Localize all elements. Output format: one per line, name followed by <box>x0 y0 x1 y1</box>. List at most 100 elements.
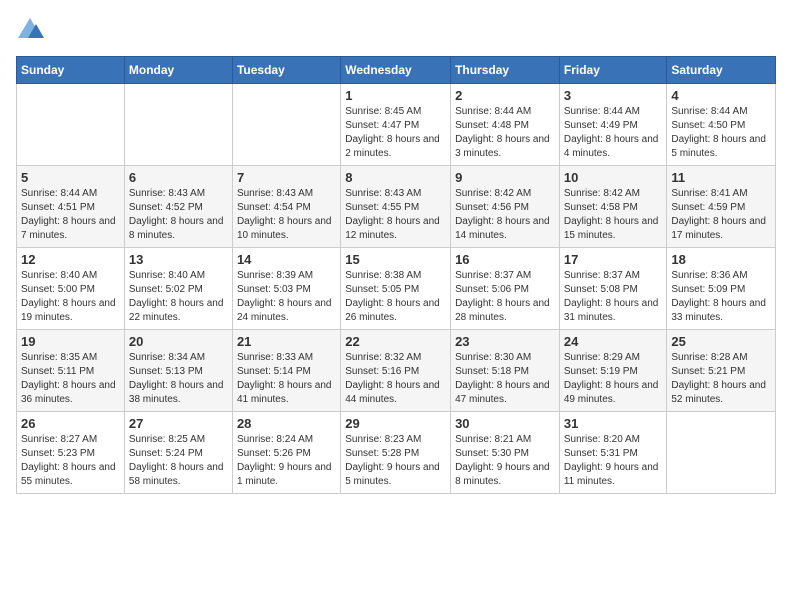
calendar-weekday-header: Friday <box>559 57 667 84</box>
day-info: Sunrise: 8:28 AM Sunset: 5:21 PM Dayligh… <box>671 351 771 407</box>
calendar-cell: 4 Sunrise: 8:44 AM Sunset: 4:50 PM Daylig… <box>667 84 776 166</box>
day-info: Sunrise: 8:40 AM Sunset: 5:02 PM Dayligh… <box>129 269 228 325</box>
day-number: 26 <box>21 416 120 431</box>
day-info: Sunrise: 8:27 AM Sunset: 5:23 PM Dayligh… <box>21 433 120 489</box>
day-info: Sunrise: 8:32 AM Sunset: 5:16 PM Dayligh… <box>345 351 446 407</box>
calendar-cell: 26 Sunrise: 8:27 AM Sunset: 5:23 PM Dayli… <box>17 412 125 494</box>
calendar-cell: 6Sunrise: 8:43 AM Sunset: 4:52 PM Daylig… <box>124 166 232 248</box>
day-number: 31 <box>564 416 663 431</box>
calendar-cell: 11Sunrise: 8:41 AM Sunset: 4:59 PM Dayli… <box>667 166 776 248</box>
calendar-cell: 19 Sunrise: 8:35 AM Sunset: 5:11 PM Dayli… <box>17 330 125 412</box>
calendar-cell: 10 Sunrise: 8:42 AM Sunset: 4:58 PM Dayli… <box>559 166 667 248</box>
calendar-cell: 29 Sunrise: 8:23 AM Sunset: 5:28 PM Dayli… <box>341 412 451 494</box>
day-number: 13 <box>129 252 228 267</box>
day-number: 24 <box>564 334 663 349</box>
day-number: 12 <box>21 252 120 267</box>
day-number: 16 <box>455 252 555 267</box>
day-number: 21 <box>237 334 336 349</box>
day-info: Sunrise: 8:23 AM Sunset: 5:28 PM Dayligh… <box>345 433 446 489</box>
calendar-cell: 24 Sunrise: 8:29 AM Sunset: 5:19 PM Dayli… <box>559 330 667 412</box>
calendar-cell: 25Sunrise: 8:28 AM Sunset: 5:21 PM Dayli… <box>667 330 776 412</box>
day-info: Sunrise: 8:37 AM Sunset: 5:08 PM Dayligh… <box>564 269 663 325</box>
calendar-week-row: 26 Sunrise: 8:27 AM Sunset: 5:23 PM Dayli… <box>17 412 776 494</box>
day-info: Sunrise: 8:40 AM Sunset: 5:00 PM Dayligh… <box>21 269 120 325</box>
day-info: Sunrise: 8:44 AM Sunset: 4:51 PM Dayligh… <box>21 187 120 243</box>
day-info: Sunrise: 8:44 AM Sunset: 4:48 PM Dayligh… <box>455 105 555 161</box>
day-info: Sunrise: 8:37 AM Sunset: 5:06 PM Dayligh… <box>455 269 555 325</box>
day-info: Sunrise: 8:43 AM Sunset: 4:55 PM Dayligh… <box>345 187 446 243</box>
calendar-weekday-header: Wednesday <box>341 57 451 84</box>
calendar-cell: 17 Sunrise: 8:37 AM Sunset: 5:08 PM Dayli… <box>559 248 667 330</box>
day-info: Sunrise: 8:24 AM Sunset: 5:26 PM Dayligh… <box>237 433 336 489</box>
logo-icon <box>16 16 44 44</box>
calendar-week-row: 1Sunrise: 8:45 AM Sunset: 4:47 PM Daylig… <box>17 84 776 166</box>
day-info: Sunrise: 8:43 AM Sunset: 4:52 PM Dayligh… <box>129 187 228 243</box>
calendar-weekday-header: Monday <box>124 57 232 84</box>
day-info: Sunrise: 8:44 AM Sunset: 4:49 PM Dayligh… <box>564 105 663 161</box>
day-number: 3 <box>564 88 663 103</box>
calendar-cell: 16 Sunrise: 8:37 AM Sunset: 5:06 PM Dayli… <box>451 248 560 330</box>
day-info: Sunrise: 8:33 AM Sunset: 5:14 PM Dayligh… <box>237 351 336 407</box>
page-header <box>16 16 776 44</box>
calendar-cell <box>124 84 232 166</box>
day-info: Sunrise: 8:36 AM Sunset: 5:09 PM Dayligh… <box>671 269 771 325</box>
calendar-weekday-header: Saturday <box>667 57 776 84</box>
calendar-cell <box>232 84 340 166</box>
calendar-cell: 30 Sunrise: 8:21 AM Sunset: 5:30 PM Dayli… <box>451 412 560 494</box>
calendar-cell: 20 Sunrise: 8:34 AM Sunset: 5:13 PM Dayli… <box>124 330 232 412</box>
day-number: 27 <box>129 416 228 431</box>
calendar-cell: 2 Sunrise: 8:44 AM Sunset: 4:48 PM Daylig… <box>451 84 560 166</box>
day-number: 19 <box>21 334 120 349</box>
calendar-cell: 12 Sunrise: 8:40 AM Sunset: 5:00 PM Dayli… <box>17 248 125 330</box>
day-number: 10 <box>564 170 663 185</box>
day-number: 5 <box>21 170 120 185</box>
calendar-cell: 27Sunrise: 8:25 AM Sunset: 5:24 PM Dayli… <box>124 412 232 494</box>
calendar-cell: 21 Sunrise: 8:33 AM Sunset: 5:14 PM Dayli… <box>232 330 340 412</box>
day-number: 30 <box>455 416 555 431</box>
day-info: Sunrise: 8:35 AM Sunset: 5:11 PM Dayligh… <box>21 351 120 407</box>
day-info: Sunrise: 8:42 AM Sunset: 4:56 PM Dayligh… <box>455 187 555 243</box>
calendar-table: SundayMondayTuesdayWednesdayThursdayFrid… <box>16 56 776 494</box>
calendar-cell: 9Sunrise: 8:42 AM Sunset: 4:56 PM Daylig… <box>451 166 560 248</box>
day-info: Sunrise: 8:39 AM Sunset: 5:03 PM Dayligh… <box>237 269 336 325</box>
calendar-cell: 23 Sunrise: 8:30 AM Sunset: 5:18 PM Dayli… <box>451 330 560 412</box>
calendar-cell: 15Sunrise: 8:38 AM Sunset: 5:05 PM Dayli… <box>341 248 451 330</box>
calendar-weekday-header: Tuesday <box>232 57 340 84</box>
calendar-cell: 1Sunrise: 8:45 AM Sunset: 4:47 PM Daylig… <box>341 84 451 166</box>
calendar-cell: 28Sunrise: 8:24 AM Sunset: 5:26 PM Dayli… <box>232 412 340 494</box>
calendar-cell: 13 Sunrise: 8:40 AM Sunset: 5:02 PM Dayli… <box>124 248 232 330</box>
day-number: 4 <box>671 88 771 103</box>
day-number: 8 <box>345 170 446 185</box>
calendar-cell: 14 Sunrise: 8:39 AM Sunset: 5:03 PM Dayli… <box>232 248 340 330</box>
calendar-header: SundayMondayTuesdayWednesdayThursdayFrid… <box>17 57 776 84</box>
day-info: Sunrise: 8:41 AM Sunset: 4:59 PM Dayligh… <box>671 187 771 243</box>
calendar-weekday-header: Thursday <box>451 57 560 84</box>
day-info: Sunrise: 8:21 AM Sunset: 5:30 PM Dayligh… <box>455 433 555 489</box>
day-number: 2 <box>455 88 555 103</box>
calendar-week-row: 12 Sunrise: 8:40 AM Sunset: 5:00 PM Dayli… <box>17 248 776 330</box>
day-info: Sunrise: 8:20 AM Sunset: 5:31 PM Dayligh… <box>564 433 663 489</box>
calendar-body: 1Sunrise: 8:45 AM Sunset: 4:47 PM Daylig… <box>17 84 776 494</box>
calendar-cell <box>667 412 776 494</box>
day-number: 20 <box>129 334 228 349</box>
day-number: 23 <box>455 334 555 349</box>
calendar-cell: 5 Sunrise: 8:44 AM Sunset: 4:51 PM Daylig… <box>17 166 125 248</box>
calendar-weekday-header: Sunday <box>17 57 125 84</box>
day-info: Sunrise: 8:43 AM Sunset: 4:54 PM Dayligh… <box>237 187 336 243</box>
day-number: 17 <box>564 252 663 267</box>
calendar-cell: 8 Sunrise: 8:43 AM Sunset: 4:55 PM Daylig… <box>341 166 451 248</box>
calendar-cell: 7Sunrise: 8:43 AM Sunset: 4:54 PM Daylig… <box>232 166 340 248</box>
calendar-cell: 3 Sunrise: 8:44 AM Sunset: 4:49 PM Daylig… <box>559 84 667 166</box>
day-number: 29 <box>345 416 446 431</box>
day-number: 14 <box>237 252 336 267</box>
calendar-cell: 18Sunrise: 8:36 AM Sunset: 5:09 PM Dayli… <box>667 248 776 330</box>
calendar-header-row: SundayMondayTuesdayWednesdayThursdayFrid… <box>17 57 776 84</box>
day-info: Sunrise: 8:42 AM Sunset: 4:58 PM Dayligh… <box>564 187 663 243</box>
day-info: Sunrise: 8:30 AM Sunset: 5:18 PM Dayligh… <box>455 351 555 407</box>
logo <box>16 16 48 44</box>
calendar-cell: 31 Sunrise: 8:20 AM Sunset: 5:31 PM Dayli… <box>559 412 667 494</box>
day-info: Sunrise: 8:34 AM Sunset: 5:13 PM Dayligh… <box>129 351 228 407</box>
day-info: Sunrise: 8:44 AM Sunset: 4:50 PM Dayligh… <box>671 105 771 161</box>
day-number: 1 <box>345 88 446 103</box>
day-info: Sunrise: 8:29 AM Sunset: 5:19 PM Dayligh… <box>564 351 663 407</box>
